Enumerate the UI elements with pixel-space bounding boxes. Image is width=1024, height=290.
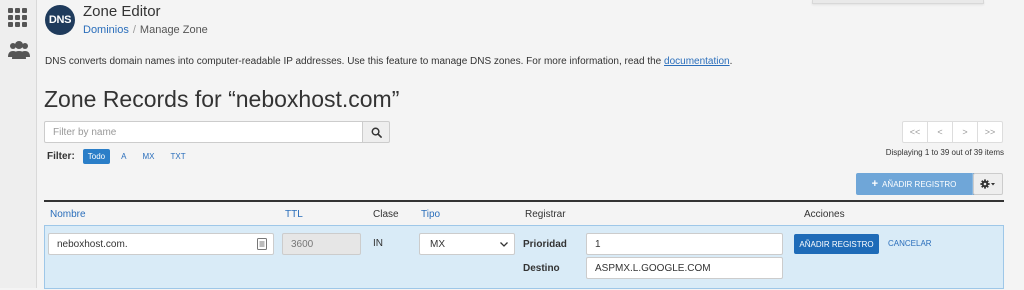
zone-records-heading: Zone Records for “neboxhost.com” [44,86,400,112]
breadcrumb-separator: / [132,24,136,36]
first-page-button[interactable]: << [902,121,928,143]
dns-logo-icon: DNS [45,5,75,35]
destination-label: Destino [523,263,560,274]
filter-chip-txt[interactable]: TXT [165,149,190,164]
search-button[interactable] [362,121,390,143]
gear-icon [980,179,995,189]
filter-row: Filter: Todo A MX TXT [47,149,197,164]
filter-chip-a[interactable]: A [116,149,131,164]
add-record-label: AÑADIR REGISTRO [882,179,957,189]
filter-chip-todo[interactable]: Todo [82,149,111,164]
main-content: DNS Zone Editor Dominios / Manage Zone DNS… [37,0,1024,290]
record-class: IN [373,238,383,249]
cancel-link[interactable]: CANCELAR [888,239,932,248]
left-sidebar [0,0,37,288]
contact-card-icon [257,238,267,250]
ttl-input [282,233,361,255]
column-header-ttl[interactable]: TTL [285,209,303,220]
record-name-input[interactable] [48,233,274,255]
filter-chip-mx[interactable]: MX [137,149,159,164]
save-record-button[interactable]: AÑADIR REGISTRO [794,234,879,254]
prev-page-button[interactable]: < [927,121,953,143]
breadcrumb-link-dominios[interactable]: Dominios [83,24,129,36]
column-header-class: Clase [373,209,399,220]
add-record-button[interactable]: + AÑADIR REGISTRO [856,173,972,195]
column-header-record: Registrar [525,209,566,220]
grid-icon[interactable] [8,8,30,30]
column-header-name[interactable]: Nombre [50,209,86,220]
priority-label: Prioridad [523,239,567,250]
table-row-edit: IN MX Prioridad Destino AÑADIR REGISTRO … [44,225,1004,289]
column-header-actions: Acciones [804,209,845,220]
plus-icon: + [871,178,879,190]
last-page-button[interactable]: >> [977,121,1003,143]
search-group [44,121,390,143]
filter-label: Filter: [47,151,75,162]
search-input[interactable] [44,121,363,143]
breadcrumb: Dominios / Manage Zone [83,24,208,36]
page-title: Zone Editor [83,3,161,20]
breadcrumb-current: Manage Zone [139,24,208,36]
priority-input[interactable] [586,233,783,255]
chevron-down-icon [500,241,508,247]
pagination: << < > >> [902,121,1003,143]
column-header-type[interactable]: Tipo [421,209,440,220]
users-icon[interactable] [8,40,30,62]
intro-text: DNS converts domain names into computer-… [45,56,733,67]
search-icon [371,127,382,138]
pagination-summary: Displaying 1 to 39 out of 39 items [885,148,1004,157]
record-type-select[interactable]: MX [419,233,515,255]
records-table: Nombre TTL Clase Tipo Registrar Acciones… [44,200,1004,290]
settings-button[interactable] [973,173,1003,195]
documentation-link[interactable]: documentation [664,56,730,67]
next-page-button[interactable]: > [952,121,978,143]
destination-input[interactable] [586,257,783,279]
